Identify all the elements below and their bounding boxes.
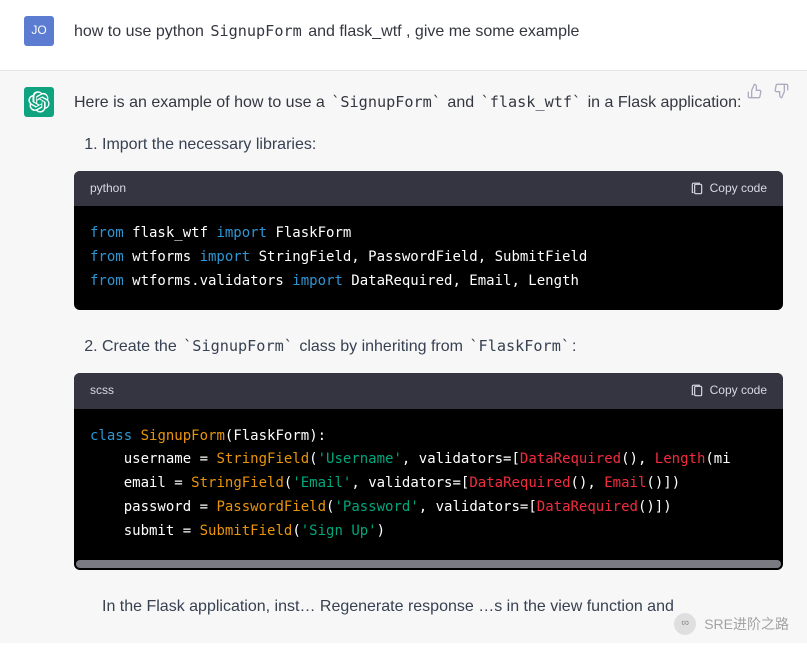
- horizontal-scrollbar[interactable]: [76, 560, 781, 568]
- step-2: Create the `SignupForm` class by inherit…: [102, 334, 783, 360]
- tok: SubmitField: [200, 523, 293, 539]
- tok: DataRequired: [469, 475, 570, 491]
- tok: import: [216, 225, 267, 241]
- thumbs-up-button[interactable]: [747, 83, 763, 99]
- tok: DataRequired, Email, Length: [343, 273, 579, 289]
- tok: from: [90, 249, 124, 265]
- code-header: python Copy code: [74, 171, 783, 206]
- code-body[interactable]: class SignupForm(FlaskForm): username = …: [74, 409, 783, 560]
- step-1: Import the necessary libraries:: [102, 132, 783, 158]
- tok: password: [124, 499, 191, 515]
- tok: , validators=[: [402, 451, 520, 467]
- step2-suffix: :: [572, 338, 576, 355]
- watermark: ∞ SRE进阶之路: [674, 613, 789, 635]
- inline-code: `SignupForm`: [181, 337, 295, 355]
- user-text-prefix: how to use python: [74, 23, 208, 40]
- tok: ): [672, 475, 680, 491]
- inline-code: SignupForm: [208, 22, 303, 40]
- inline-code: `flask_wtf`: [479, 93, 584, 111]
- tok: , validators=[: [419, 499, 537, 515]
- thumbs-down-button[interactable]: [773, 83, 789, 99]
- tok: PasswordField: [216, 499, 326, 515]
- tok: 'Username': [318, 451, 402, 467]
- copy-code-button[interactable]: Copy code: [690, 381, 767, 400]
- tok: 'Sign Up': [301, 523, 377, 539]
- code-block-2: scss Copy code class SignupForm(FlaskFor…: [74, 373, 783, 569]
- avatar-initials: JO: [31, 21, 46, 40]
- code-body[interactable]: from flask_wtf import FlaskForm from wtf…: [74, 206, 783, 309]
- tok: submit: [124, 523, 175, 539]
- assistant-logo-icon: [28, 91, 50, 113]
- user-avatar: JO: [24, 16, 54, 46]
- tok: ): [663, 499, 671, 515]
- tok: import: [292, 273, 343, 289]
- tok: flask_wtf: [124, 225, 217, 241]
- intro-suffix: in a Flask application:: [583, 94, 741, 111]
- step2-prefix: Create the: [102, 338, 181, 355]
- tok: StringField, PasswordField, SubmitField: [250, 249, 587, 265]
- code-header: scss Copy code: [74, 373, 783, 408]
- thumbs-up-icon: [747, 83, 763, 99]
- step-1-text: Import the necessary libraries:: [102, 136, 316, 153]
- tok: email: [124, 475, 166, 491]
- code-lang-label: scss: [90, 381, 114, 400]
- tok: class: [90, 428, 132, 444]
- assistant-intro: Here is an example of how to use a `Sign…: [74, 90, 783, 116]
- user-message-row: JO how to use python SignupForm and flas…: [0, 0, 807, 71]
- tok: wtforms: [124, 249, 200, 265]
- tok: ,: [638, 451, 655, 467]
- tok: ()]: [638, 499, 663, 515]
- assistant-message-row: Here is an example of how to use a `Sign…: [0, 71, 807, 643]
- user-message-content: how to use python SignupForm and flask_w…: [74, 16, 783, 46]
- copy-label: Copy code: [710, 381, 767, 400]
- code-content: class SignupForm(FlaskForm): username = …: [90, 425, 767, 544]
- tok: FlaskForm: [233, 428, 309, 444]
- tok: DataRequired: [537, 499, 638, 515]
- tok: DataRequired: [520, 451, 621, 467]
- tok: 'Password': [334, 499, 418, 515]
- code-content: from flask_wtf import FlaskForm from wtf…: [90, 222, 767, 293]
- step2-mid: class by inheriting from: [295, 338, 468, 355]
- assistant-message-content: Here is an example of how to use a `Sign…: [74, 87, 783, 619]
- assistant-avatar: [24, 87, 54, 117]
- tok: 'Email': [292, 475, 351, 491]
- tok: username: [124, 451, 191, 467]
- clipboard-icon: [690, 182, 704, 196]
- tok: ,: [587, 475, 604, 491]
- inline-code: `FlaskForm`: [467, 337, 572, 355]
- tok: FlaskForm: [267, 225, 351, 241]
- step-list-2: Create the `SignupForm` class by inherit…: [74, 334, 783, 360]
- feedback-buttons: [747, 83, 789, 99]
- tok: Length: [655, 451, 706, 467]
- inline-code: `SignupForm`: [329, 93, 443, 111]
- tok: import: [200, 249, 251, 265]
- tok: , validators=[: [351, 475, 469, 491]
- copy-label: Copy code: [710, 179, 767, 198]
- tok: (mi: [705, 451, 730, 467]
- intro-prefix: Here is an example of how to use a: [74, 94, 329, 111]
- step-list-1: Import the necessary libraries:: [74, 132, 783, 158]
- tok: (): [621, 451, 638, 467]
- tok: StringField: [216, 451, 309, 467]
- user-text-suffix: , give me some example: [402, 23, 580, 40]
- tok: from: [90, 225, 124, 241]
- watermark-text: SRE进阶之路: [704, 613, 789, 635]
- tok: ): [377, 523, 385, 539]
- watermark-icon: ∞: [674, 613, 696, 635]
- user-text-code2: flask_wtf: [339, 23, 401, 40]
- clipboard-icon: [690, 384, 704, 398]
- code-lang-label: python: [90, 179, 126, 198]
- user-text-mid: and: [304, 23, 340, 40]
- thumbs-down-icon: [773, 83, 789, 99]
- tok: (): [571, 475, 588, 491]
- tok: wtforms.validators: [124, 273, 293, 289]
- tok: SignupForm: [141, 428, 225, 444]
- code-block-1: python Copy code from flask_wtf import F…: [74, 171, 783, 310]
- copy-code-button[interactable]: Copy code: [690, 179, 767, 198]
- intro-mid: and: [443, 94, 479, 111]
- tok: Email: [604, 475, 646, 491]
- tok: StringField: [191, 475, 284, 491]
- tok: ()]: [646, 475, 671, 491]
- tok: from: [90, 273, 124, 289]
